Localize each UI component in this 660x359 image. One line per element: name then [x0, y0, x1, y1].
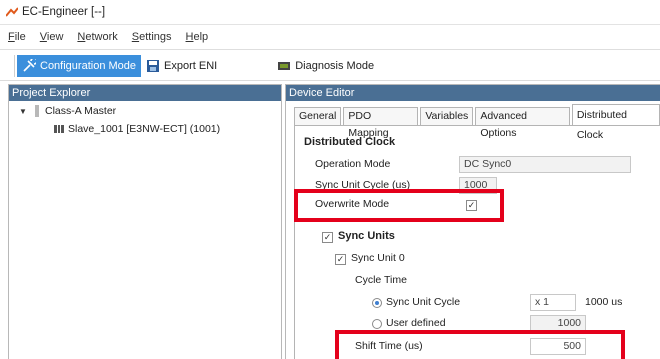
collapse-arrow-icon[interactable]: ▼: [19, 107, 29, 116]
project-explorer-header: Project Explorer: [9, 85, 281, 101]
tree-item-slave[interactable]: Slave_1001 [E3NW-ECT] (1001): [54, 123, 220, 135]
window-title: EC-Engineer [--]: [22, 6, 106, 18]
menu-view[interactable]: View: [40, 31, 64, 43]
sync-unit-cycle-option-label: Sync Unit Cycle: [386, 296, 461, 308]
tab-distributed-clock[interactable]: Distributed Clock: [571, 104, 660, 141]
tab-general[interactable]: General: [294, 107, 342, 125]
master-label: Class-A Master: [45, 105, 117, 117]
app-icon: [5, 7, 19, 17]
cycle-time-label: Cycle Time: [355, 274, 407, 286]
menu-network[interactable]: Network: [77, 31, 117, 43]
title-bar: EC-Engineer [--]: [0, 0, 660, 25]
save-icon: [146, 59, 160, 73]
menu-file[interactable]: File: [8, 31, 26, 43]
shift-time-highlight: [335, 330, 625, 359]
sync-unit-0-checkbox[interactable]: ✓: [335, 254, 346, 265]
wrench-icon: [22, 58, 36, 73]
diagnosis-mode-label: Diagnosis Mode: [295, 59, 375, 72]
master-icon: [33, 105, 41, 117]
slave-label: Slave_1001 [E3NW-ECT] (1001): [68, 123, 221, 135]
sync-unit-cycle-radio[interactable]: [372, 298, 382, 308]
toolbar-separator: [14, 54, 15, 77]
user-defined-radio[interactable]: [372, 319, 382, 329]
menu-bar: File View Network Settings Help: [0, 25, 660, 50]
overwrite-mode-highlight: [294, 189, 504, 222]
diagnosis-mode-button[interactable]: Diagnosis Mode: [272, 55, 379, 77]
user-defined-option-label: User defined: [386, 317, 446, 329]
configuration-mode-label: Configuration Mode: [40, 59, 137, 72]
distributed-clock-panel: Distributed Clock Operation Mode DC Sync…: [294, 125, 660, 359]
sync-unit-0-label: Sync Unit 0: [351, 252, 405, 264]
export-eni-button[interactable]: Export ENI: [141, 55, 222, 77]
export-eni-label: Export ENI: [164, 59, 218, 72]
tab-variables[interactable]: Variables: [420, 107, 474, 125]
project-explorer-pane: Project Explorer ▼ Class-A Master Slave_…: [8, 84, 282, 359]
section-title: Distributed Clock: [304, 136, 396, 148]
configuration-mode-button[interactable]: Configuration Mode: [17, 54, 142, 77]
slave-device-icon: [54, 124, 64, 134]
operation-mode-field[interactable]: DC Sync0: [459, 156, 631, 173]
operation-mode-label: Operation Mode: [315, 158, 391, 170]
menu-help[interactable]: Help: [186, 31, 209, 43]
device-editor-header: Device Editor: [286, 85, 660, 101]
tree-item-master[interactable]: ▼ Class-A Master: [19, 105, 116, 117]
cycle-us-value: 1000 us: [585, 296, 623, 308]
sync-units-label: Sync Units: [338, 230, 395, 242]
menu-settings[interactable]: Settings: [132, 31, 172, 43]
diagnosis-icon: [277, 59, 291, 73]
tab-pdo-mapping[interactable]: PDO Mapping: [343, 107, 419, 139]
multiplier-field[interactable]: x 1: [530, 294, 576, 311]
device-editor-tabs: General PDO Mapping Variables Advanced O…: [294, 104, 660, 141]
sync-units-checkbox[interactable]: ✓: [322, 232, 333, 243]
tab-advanced-options[interactable]: Advanced Options: [475, 107, 570, 139]
toolbar: Configuration Mode Export ENI Diagnosis …: [0, 51, 660, 81]
